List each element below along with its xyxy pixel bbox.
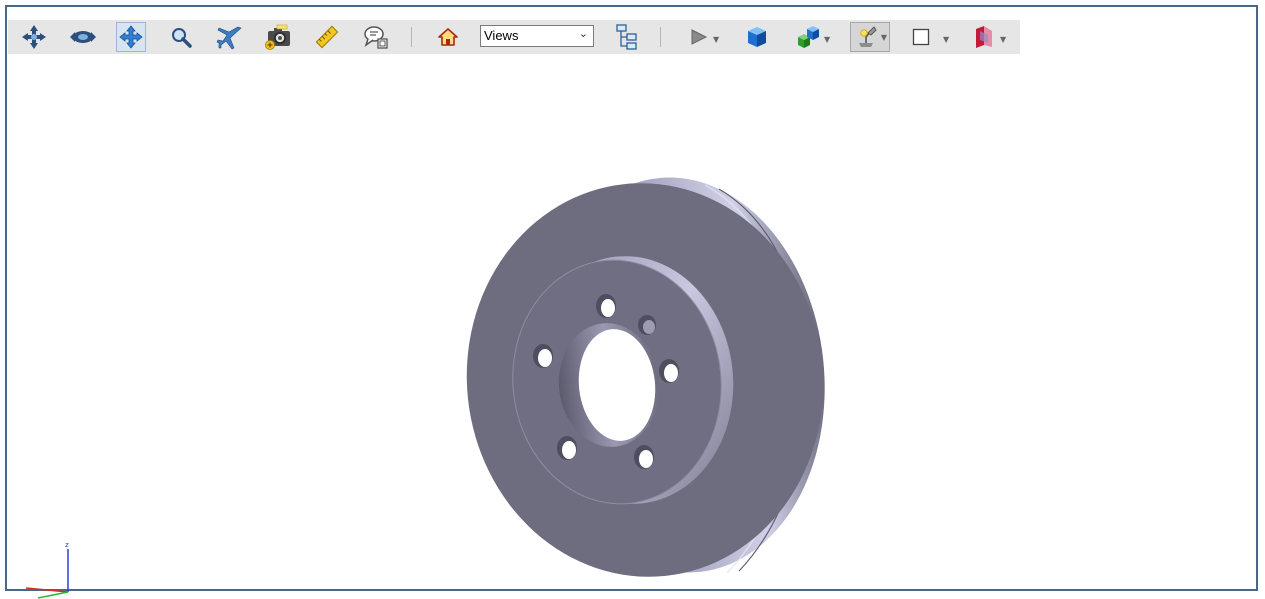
views-dropdown-value: Views <box>484 28 519 43</box>
comment-button[interactable] <box>361 22 391 52</box>
fly-icon <box>216 26 242 50</box>
brake-disc-model[interactable] <box>457 175 837 585</box>
pan-button[interactable] <box>116 22 146 52</box>
measure-button[interactable] <box>312 22 342 52</box>
render-mode-icon <box>748 27 766 47</box>
3d-viewport[interactable]: z <box>7 55 1257 599</box>
axis-triad: z <box>25 541 69 599</box>
snapshot-button[interactable] <box>263 22 293 52</box>
model-tree-button[interactable] <box>612 22 642 52</box>
model-tree-icon <box>616 24 637 50</box>
section-dropdown-caret[interactable]: ▼ <box>1000 35 1006 44</box>
viewer-toolbar: Views ⌄ ▼ ▼ ▼ ▼ ▼ <box>8 20 1020 54</box>
render-mode-button[interactable] <box>742 22 772 52</box>
toolbar-separator <box>660 27 661 47</box>
orbit-icon <box>70 31 96 43</box>
explode-icon <box>798 26 819 48</box>
section-button[interactable] <box>969 22 999 52</box>
rotate-icon <box>22 25 46 49</box>
orbit-button[interactable] <box>68 22 98 52</box>
pan-icon <box>119 25 143 49</box>
play-icon <box>691 29 708 45</box>
comment-icon <box>364 26 388 49</box>
fly-button[interactable] <box>214 22 244 52</box>
background-button[interactable] <box>906 22 936 52</box>
section-icon <box>976 26 992 48</box>
snapshot-icon <box>265 24 290 50</box>
toolbar-separator <box>411 27 412 47</box>
lighting-dropdown-caret: ▼ <box>880 33 887 42</box>
lighting-icon <box>859 26 877 47</box>
views-dropdown[interactable]: Views ⌄ <box>480 25 594 47</box>
measure-icon <box>315 25 339 49</box>
background-dropdown-caret[interactable]: ▼ <box>943 35 949 44</box>
chevron-down-icon: ⌄ <box>578 27 588 40</box>
play-button[interactable] <box>684 22 714 52</box>
play-dropdown-caret[interactable]: ▼ <box>713 35 719 44</box>
explode-button[interactable] <box>791 22 821 52</box>
home-icon <box>438 28 458 46</box>
zoom-icon <box>172 28 192 48</box>
z-axis-label: z <box>65 541 69 549</box>
rotate-button[interactable] <box>19 22 49 52</box>
background-icon <box>912 28 930 46</box>
zoom-button[interactable] <box>166 22 196 52</box>
explode-dropdown-caret[interactable]: ▼ <box>824 35 830 44</box>
lighting-button[interactable]: ▼ <box>850 22 890 52</box>
home-button[interactable] <box>433 22 463 52</box>
